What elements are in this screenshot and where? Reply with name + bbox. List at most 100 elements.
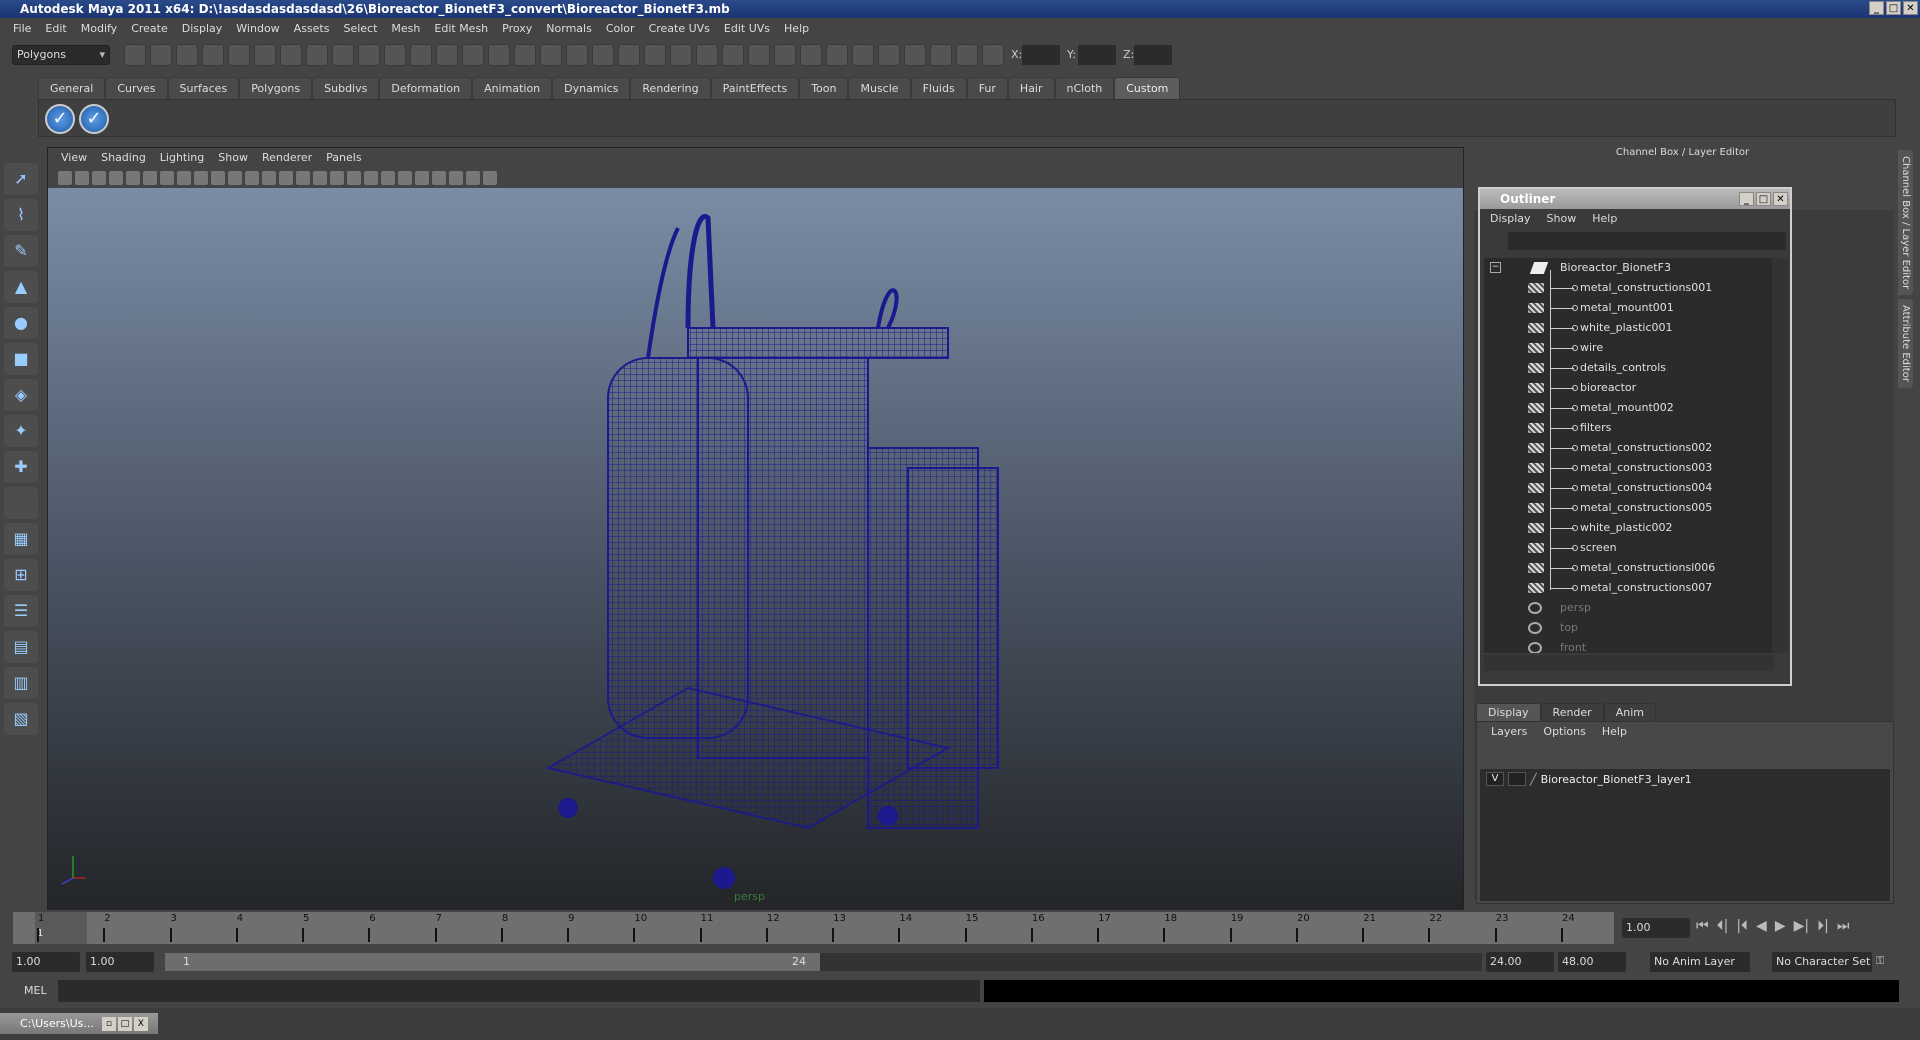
viewport-menu-renderer[interactable]: Renderer xyxy=(255,148,319,168)
viewport-menu-show[interactable]: Show xyxy=(211,148,255,168)
scale-tool-icon[interactable]: ■ xyxy=(4,343,38,375)
maximize-button[interactable]: □ xyxy=(1756,192,1771,206)
toolbar-icon[interactable] xyxy=(332,44,354,66)
toolbar-icon[interactable] xyxy=(462,44,484,66)
toolbar-icon[interactable] xyxy=(150,44,172,66)
check-icon[interactable]: ✓ xyxy=(45,104,75,134)
menu-select[interactable]: Select xyxy=(336,19,384,38)
viewport-tool-icon[interactable] xyxy=(483,170,497,185)
vertical-scrollbar[interactable] xyxy=(1772,258,1788,653)
soft-mod-icon[interactable]: ✦ xyxy=(4,415,38,447)
play-backward-icon[interactable]: ◀ xyxy=(1756,918,1767,934)
tab-polygons[interactable]: Polygons xyxy=(239,77,313,99)
3d-viewport[interactable]: persp xyxy=(48,188,1463,910)
menu-proxy[interactable]: Proxy xyxy=(495,19,539,38)
outliner-menu-help[interactable]: Help xyxy=(1590,209,1625,229)
menu-file[interactable]: File xyxy=(6,19,38,38)
layer-menu-options[interactable]: Options xyxy=(1535,722,1593,742)
template-toggle[interactable] xyxy=(1508,772,1526,786)
close-button[interactable]: ✕ xyxy=(1773,192,1788,206)
toolbar-icon[interactable] xyxy=(436,44,458,66)
outliner-item[interactable]: metal_constructions007 xyxy=(1484,578,1774,598)
outliner-item[interactable]: details_controls xyxy=(1484,358,1774,378)
toolbar-icon[interactable] xyxy=(878,44,900,66)
step-forward-key-icon[interactable]: ▶| xyxy=(1794,918,1809,934)
play-forward-icon[interactable]: ▶ xyxy=(1775,918,1786,934)
anim-layer-dropdown[interactable]: No Anim Layer xyxy=(1650,952,1750,972)
viewport-menu-lighting[interactable]: Lighting xyxy=(153,148,211,168)
outliner-item[interactable]: top xyxy=(1484,618,1774,638)
tab-surfaces[interactable]: Surfaces xyxy=(167,77,240,99)
toolbar-icon[interactable] xyxy=(748,44,770,66)
viewport-tool-icon[interactable] xyxy=(160,170,174,185)
tab-subdivs[interactable]: Subdivs xyxy=(312,77,380,99)
maximize-button[interactable]: □ xyxy=(1886,1,1901,15)
menu-color[interactable]: Color xyxy=(599,19,642,38)
tab-curves[interactable]: Curves xyxy=(105,77,168,99)
manipulator-icon[interactable]: ◈ xyxy=(4,379,38,411)
step-back-icon[interactable]: ⏴| xyxy=(1717,918,1729,934)
menu-normals[interactable]: Normals xyxy=(539,19,599,38)
toolbar-icon[interactable] xyxy=(384,44,406,66)
tab-fur[interactable]: Fur xyxy=(966,77,1008,99)
go-to-start-icon[interactable]: ⏮ xyxy=(1696,918,1709,934)
outliner-item[interactable]: persp xyxy=(1484,598,1774,618)
tab-hair[interactable]: Hair xyxy=(1007,77,1055,99)
tab-painteffects[interactable]: PaintEffects xyxy=(710,77,800,99)
menu-create[interactable]: Create xyxy=(124,19,175,38)
viewport-tool-icon[interactable] xyxy=(194,170,208,185)
viewport-tool-icon[interactable] xyxy=(211,170,225,185)
collapse-icon[interactable]: − xyxy=(1490,262,1501,273)
outliner-menu-display[interactable]: Display xyxy=(1488,209,1539,229)
range-slider[interactable]: 1 24 xyxy=(165,953,820,971)
tab-channel-box[interactable]: Channel Box / Layer Editor xyxy=(1898,150,1913,296)
toolbar-icon[interactable] xyxy=(644,44,666,66)
graph-layout-icon[interactable]: ▤ xyxy=(4,631,38,663)
close-icon[interactable]: X xyxy=(133,1016,148,1031)
viewport-tool-icon[interactable] xyxy=(92,170,106,185)
tab-rendering[interactable]: Rendering xyxy=(630,77,711,99)
menu-window[interactable]: Window xyxy=(229,19,286,38)
outliner-item[interactable]: screen xyxy=(1484,538,1774,558)
check-icon[interactable]: ✓ xyxy=(79,104,109,134)
tab-render[interactable]: Render xyxy=(1540,703,1604,722)
custom-layout-icon[interactable]: ▧ xyxy=(4,703,38,735)
outliner-item[interactable]: metal_constructions003 xyxy=(1484,458,1774,478)
empty-tool-slot[interactable] xyxy=(4,487,38,519)
outliner-item[interactable]: metal_mount002 xyxy=(1484,398,1774,418)
viewport-tool-icon[interactable] xyxy=(313,170,327,185)
outliner-title-bar[interactable]: Outliner _ □ ✕ xyxy=(1480,189,1790,209)
tab-custom[interactable]: Custom xyxy=(1114,77,1181,99)
tab-deformation[interactable]: Deformation xyxy=(379,77,473,99)
viewport-tool-icon[interactable] xyxy=(466,170,480,185)
tab-anim[interactable]: Anim xyxy=(1603,703,1656,722)
outliner-filter-input[interactable] xyxy=(1508,232,1786,250)
toolbar-icon[interactable] xyxy=(514,44,536,66)
outliner-item[interactable]: metal_constructions001 xyxy=(1484,278,1774,298)
select-tool-icon[interactable]: ➚ xyxy=(4,163,38,195)
layer-menu-layers[interactable]: Layers xyxy=(1483,722,1535,742)
mel-command-input[interactable] xyxy=(58,980,980,1002)
viewport-tool-icon[interactable] xyxy=(143,170,157,185)
x-field[interactable]: X: xyxy=(1011,45,1060,65)
last-tool-icon[interactable]: ✚ xyxy=(4,451,38,483)
outliner-item[interactable]: wire xyxy=(1484,338,1774,358)
outliner-item[interactable]: metal_constructions004 xyxy=(1484,478,1774,498)
viewport-tool-icon[interactable] xyxy=(262,170,276,185)
menu-edit[interactable]: Edit xyxy=(38,19,73,38)
toolbar-icon[interactable] xyxy=(202,44,224,66)
viewport-tool-icon[interactable] xyxy=(109,170,123,185)
tab-fluids[interactable]: Fluids xyxy=(910,77,967,99)
tab-muscle[interactable]: Muscle xyxy=(848,77,911,99)
outliner-item[interactable]: bioreactor xyxy=(1484,378,1774,398)
toolbar-icon[interactable] xyxy=(696,44,718,66)
toolbar-icon[interactable] xyxy=(592,44,614,66)
step-back-key-icon[interactable]: |⏴ xyxy=(1736,918,1748,934)
viewport-menu-view[interactable]: View xyxy=(54,148,94,168)
toolbar-icon[interactable] xyxy=(774,44,796,66)
viewport-tool-icon[interactable] xyxy=(449,170,463,185)
viewport-tool-icon[interactable] xyxy=(381,170,395,185)
toolbar-icon[interactable] xyxy=(982,44,1004,66)
four-pane-layout-icon[interactable]: ⊞ xyxy=(4,559,38,591)
tab-attribute-editor[interactable]: Attribute Editor xyxy=(1898,299,1913,389)
